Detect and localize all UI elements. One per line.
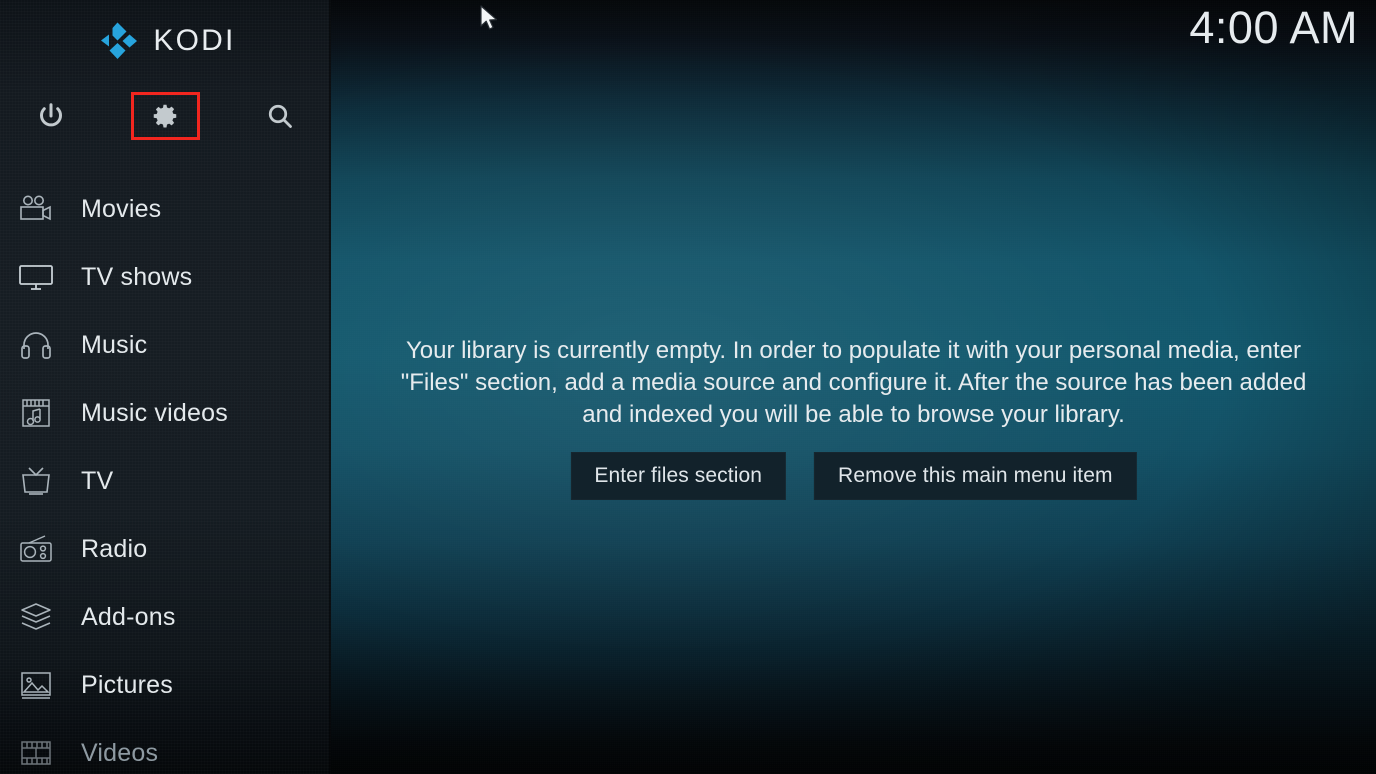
sidebar-item-label: TV xyxy=(81,466,114,495)
radio-icon xyxy=(8,534,64,564)
settings-button[interactable] xyxy=(131,92,199,140)
music-film-icon xyxy=(8,397,64,429)
sidebar-item-label: Videos xyxy=(81,738,159,767)
sidebar-item-label: Movies xyxy=(81,194,162,223)
television-icon xyxy=(8,263,64,291)
sidebar: KODI Movies TV shows Music Music videos … xyxy=(0,0,331,774)
headphones-icon xyxy=(8,330,64,360)
picture-icon xyxy=(8,670,64,700)
power-icon xyxy=(40,103,62,127)
sidebar-item-tv[interactable]: TV xyxy=(0,447,331,515)
kodi-logo-icon xyxy=(101,22,138,59)
sidebar-item-label: TV shows xyxy=(81,262,193,291)
remove-main-menu-item-button[interactable]: Remove this main menu item xyxy=(814,452,1137,500)
sidebar-item-label: Pictures xyxy=(81,670,173,699)
sidebar-item-add-ons[interactable]: Add-ons xyxy=(0,583,331,651)
sidebar-item-tv-shows[interactable]: TV shows xyxy=(0,243,331,311)
sidebar-item-music-videos[interactable]: Music videos xyxy=(0,379,331,447)
action-button-row: Enter files section Remove this main men… xyxy=(570,452,1137,500)
sidebar-item-movies[interactable]: Movies xyxy=(0,175,331,243)
power-button[interactable] xyxy=(17,92,85,140)
sidebar-item-label: Music xyxy=(81,330,148,359)
sidebar-item-label: Add-ons xyxy=(81,602,176,631)
arrow-cursor-icon xyxy=(480,5,498,30)
sidebar-item-label: Music videos xyxy=(81,398,228,427)
search-button[interactable] xyxy=(246,92,314,140)
sidebar-item-radio[interactable]: Radio xyxy=(0,515,331,583)
search-icon xyxy=(268,104,292,128)
addons-box-icon xyxy=(8,602,64,632)
app-name: KODI xyxy=(153,24,236,57)
film-strip-icon xyxy=(8,738,64,768)
retro-tv-icon xyxy=(8,466,64,496)
main-menu: Movies TV shows Music Music videos TV Ra… xyxy=(0,175,331,774)
sidebar-item-videos[interactable]: Videos xyxy=(0,719,331,774)
gear-icon xyxy=(153,104,177,128)
sidebar-item-label: Radio xyxy=(81,534,148,563)
kodi-home-screen: 4:00 AM Your library is currently empty.… xyxy=(0,0,1376,774)
app-logo: KODI xyxy=(0,16,331,66)
enter-files-section-button[interactable]: Enter files section xyxy=(570,452,787,500)
movie-camera-icon xyxy=(8,194,64,224)
empty-library-message: Your library is currently empty. In orde… xyxy=(400,337,1307,428)
sidebar-item-pictures[interactable]: Pictures xyxy=(0,651,331,719)
main-content: Your library is currently empty. In orde… xyxy=(331,0,1376,774)
sidebar-item-music[interactable]: Music xyxy=(0,311,331,379)
sidebar-icon-bar xyxy=(0,92,331,142)
